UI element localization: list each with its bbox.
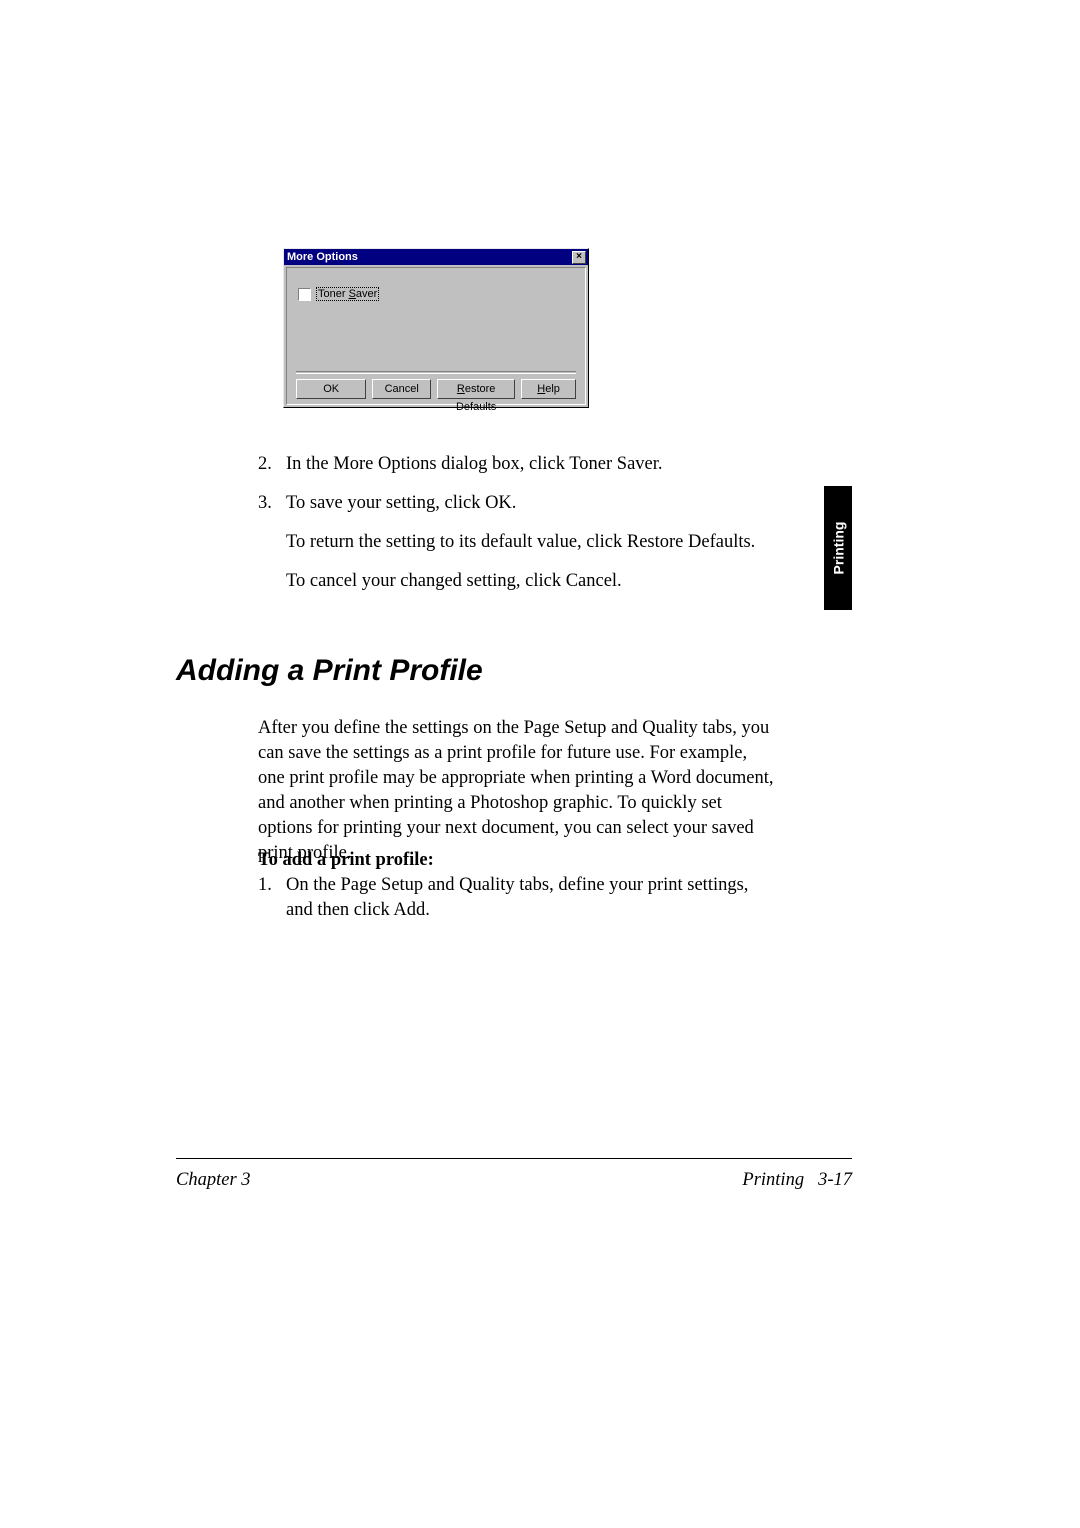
footer-chapter: Chapter 3 (176, 1170, 251, 1191)
add-profile-step-1-number: 1. (258, 873, 286, 923)
footer-right: Printing 3-17 (742, 1170, 852, 1191)
intro-paragraph: After you define the settings on the Pag… (258, 716, 778, 866)
dialog-titlebar: More Options × (284, 249, 588, 265)
step-3: 3. To save your setting, click OK. To re… (258, 491, 778, 594)
footer-rule (176, 1158, 852, 1159)
page-footer: Chapter 3 Printing 3-17 (176, 1170, 852, 1191)
step-2: 2. In the More Options dialog box, click… (258, 452, 778, 477)
side-tab-printing: Printing (824, 486, 852, 610)
step-2-text: In the More Options dialog box, click To… (286, 452, 778, 477)
step-3-text: To save your setting, click OK. To retur… (286, 491, 778, 594)
side-tab-label: Printing (830, 522, 846, 575)
more-options-dialog: More Options × Toner Saver OK Cancel Res… (283, 248, 589, 408)
toner-saver-checkbox-row[interactable]: Toner Saver (298, 287, 379, 301)
add-profile-step-1: 1. On the Page Setup and Quality tabs, d… (258, 873, 778, 923)
step-2-number: 2. (258, 452, 286, 477)
footer-page-number: 3-17 (818, 1170, 852, 1191)
restore-defaults-button[interactable]: Restore Defaults (437, 379, 515, 399)
checkbox-icon[interactable] (298, 288, 311, 301)
help-button[interactable]: Help (521, 379, 576, 399)
section-heading: Adding a Print Profile (176, 654, 483, 688)
close-icon[interactable]: × (572, 251, 586, 264)
ok-button[interactable]: OK (296, 379, 366, 399)
cancel-button[interactable]: Cancel (372, 379, 431, 399)
add-profile-block: To add a print profile: 1. On the Page S… (258, 848, 778, 937)
footer-section-label: Printing (742, 1170, 804, 1191)
dialog-button-row: OK Cancel Restore Defaults Help (296, 371, 576, 399)
add-profile-step-1-text: On the Page Setup and Quality tabs, defi… (286, 873, 778, 923)
page: More Options × Toner Saver OK Cancel Res… (0, 0, 1080, 1528)
toner-saver-label: Toner Saver (316, 287, 379, 301)
steps-block: 2. In the More Options dialog box, click… (258, 452, 778, 608)
add-profile-heading: To add a print profile: (258, 848, 778, 873)
dialog-title: More Options (286, 251, 358, 263)
step-3-number: 3. (258, 491, 286, 594)
dialog-body: Toner Saver OK Cancel Restore Defaults H… (284, 265, 588, 407)
